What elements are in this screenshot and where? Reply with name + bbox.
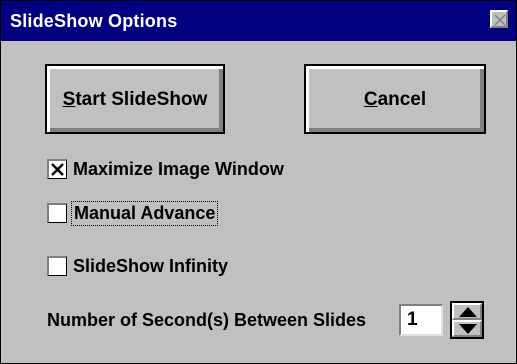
start-slideshow-button[interactable]: Start SlideShow — [45, 64, 225, 134]
cancel-button[interactable]: Cancel — [304, 64, 486, 134]
maximize-image-window-label: Maximize Image Window — [73, 158, 284, 179]
window-title: SlideShow Options — [10, 11, 178, 31]
maximize-image-window-checkbox[interactable] — [47, 159, 67, 179]
close-x-icon — [494, 14, 506, 26]
spin-down-button[interactable] — [452, 320, 482, 337]
seconds-input[interactable]: 1 — [399, 304, 443, 336]
check-x-icon — [51, 163, 64, 176]
title-bar[interactable]: SlideShow Options — [1, 1, 516, 41]
arrow-down-icon — [459, 324, 477, 334]
manual-advance-option[interactable]: Manual Advance — [47, 200, 219, 226]
manual-advance-checkbox[interactable] — [47, 203, 67, 223]
slideshow-infinity-option[interactable]: SlideShow Infinity — [47, 254, 228, 278]
slideshow-infinity-label: SlideShow Infinity — [73, 255, 229, 276]
maximize-image-window-option[interactable]: Maximize Image Window — [47, 157, 284, 181]
seconds-between-slides-label: Number of Second(s) Between Slides — [47, 310, 367, 330]
close-button[interactable] — [490, 10, 508, 28]
start-slideshow-label: Start SlideShow — [62, 88, 208, 110]
spin-up-button[interactable] — [452, 303, 482, 320]
cancel-label: Cancel — [363, 88, 427, 110]
slideshow-infinity-checkbox[interactable] — [47, 256, 67, 276]
arrow-up-icon — [459, 307, 477, 317]
slideshow-options-dialog: SlideShow Options Start SlideShow Cancel… — [0, 0, 517, 364]
seconds-spinner[interactable] — [450, 301, 484, 339]
manual-advance-label: Manual Advance — [70, 200, 219, 226]
